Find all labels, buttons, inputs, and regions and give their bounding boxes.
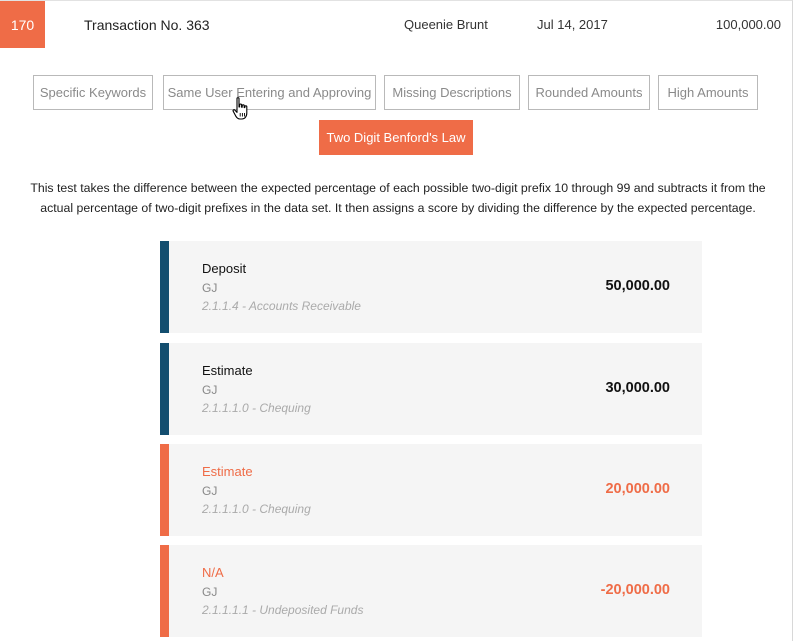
entry-type-bar [160, 545, 169, 637]
test-benford-button[interactable]: Two Digit Benford's Law [319, 120, 473, 155]
test-high-amounts-button[interactable]: High Amounts [658, 75, 758, 110]
journal-entry: Estimate GJ 2.1.1.1.0 - Chequing 30,000.… [160, 343, 702, 435]
entry-name: Estimate [202, 363, 253, 378]
hand-pointer-icon [232, 97, 248, 120]
transaction-amount: 100,000.00 [715, 17, 781, 32]
entry-account: 2.1.1.1.0 - Chequing [202, 401, 311, 415]
entry-type-bar [160, 444, 169, 536]
test-missing-descriptions-button[interactable]: Missing Descriptions [384, 75, 520, 110]
transaction-date: Jul 14, 2017 [537, 17, 608, 32]
entry-name: N/A [202, 565, 224, 580]
transaction-user: Queenie Brunt [404, 17, 488, 32]
entry-amount: 20,000.00 [605, 481, 670, 497]
entry-amount: 50,000.00 [605, 278, 670, 294]
test-rounded-amounts-button[interactable]: Rounded Amounts [528, 75, 650, 110]
entry-type-bar [160, 241, 169, 333]
entry-account: 2.1.1.4 - Accounts Receivable [202, 299, 361, 313]
entry-amount: -20,000.00 [600, 582, 670, 598]
transaction-title: Transaction No. 363 [84, 17, 210, 33]
entry-name: Estimate [202, 464, 253, 479]
entry-journal: GJ [202, 281, 218, 295]
score-badge: 170 [0, 1, 45, 48]
test-description: This test takes the difference between t… [30, 181, 766, 215]
entry-journal: GJ [202, 383, 218, 397]
entry-type-bar [160, 343, 169, 435]
test-specific-keywords-button[interactable]: Specific Keywords [33, 75, 153, 110]
entry-journal: GJ [202, 484, 218, 498]
entry-name: Deposit [202, 261, 247, 276]
journal-entry: Estimate GJ 2.1.1.1.0 - Chequing 20,000.… [160, 444, 702, 536]
entry-account: 2.1.1.1.0 - Chequing [202, 502, 311, 516]
transaction-panel: 170 Transaction No. 363 Queenie Brunt Ju… [0, 0, 793, 641]
entry-amount: 30,000.00 [605, 380, 670, 396]
transaction-header[interactable]: 170 Transaction No. 363 Queenie Brunt Ju… [0, 1, 793, 49]
journal-entry: Deposit GJ 2.1.1.4 - Accounts Receivable… [160, 241, 702, 333]
entry-account: 2.1.1.1.1 - Undeposited Funds [202, 603, 364, 617]
test-same-user-button[interactable]: Same User Entering and Approving [163, 75, 376, 110]
entry-journal: GJ [202, 585, 218, 599]
journal-entry: N/A GJ 2.1.1.1.1 - Undeposited Funds -20… [160, 545, 702, 637]
